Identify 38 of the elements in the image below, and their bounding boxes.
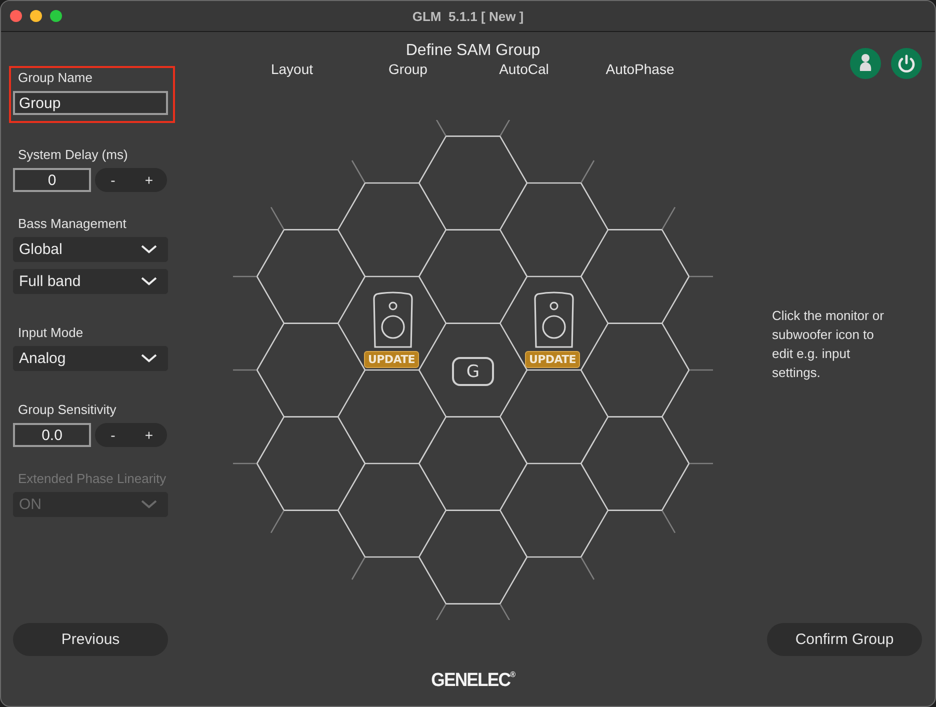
hint-text: Click the monitor or subwoofer icon to edit e.g. input settings. — [771, 307, 885, 382]
chevron-down-icon — [141, 277, 157, 286]
decrement-button[interactable]: - — [95, 423, 131, 447]
dropdown[interactable]: Full band — [13, 269, 168, 294]
field-label: Input Mode — [17, 325, 84, 341]
chevron-down-icon — [141, 500, 157, 509]
field-label: Group Name — [17, 70, 94, 86]
number-field[interactable]: 0.0 — [13, 423, 91, 447]
step-tab[interactable]: Layout — [234, 60, 350, 78]
zoom-button[interactable] — [50, 10, 62, 22]
power-icon[interactable] — [891, 48, 922, 79]
previous-button[interactable]: Previous — [13, 623, 168, 656]
close-button[interactable] — [10, 10, 22, 22]
field-label: Bass Management — [17, 216, 128, 232]
field-label: Extended Phase Linearity — [17, 471, 168, 487]
genelec-logo: GENELEC$^{®}$ — [430, 670, 516, 692]
field-label: System Delay (ms) — [17, 147, 129, 163]
field-label: Group Sensitivity — [17, 402, 118, 418]
group-icon[interactable]: G — [452, 357, 494, 386]
speaker-icon[interactable] — [533, 291, 575, 349]
user-icon[interactable] — [850, 48, 881, 79]
dropdown[interactable]: Global — [13, 237, 168, 262]
minimize-button[interactable] — [30, 10, 42, 22]
window-title: GLM 5.1.1 [ New ] — [412, 8, 524, 24]
step-tab[interactable]: Group — [350, 60, 466, 78]
dropdown[interactable]: Analog — [13, 346, 168, 371]
step-tab[interactable]: AutoCal — [466, 60, 582, 78]
decrement-button[interactable]: - — [95, 168, 131, 192]
increment-button[interactable]: + — [131, 168, 167, 192]
number-field[interactable]: 0 — [13, 168, 91, 192]
step-tab[interactable]: AutoPhase — [582, 60, 698, 78]
chevron-down-icon — [141, 354, 157, 363]
chevron-down-icon — [141, 245, 157, 254]
increment-button[interactable]: + — [131, 423, 167, 447]
group-name-field[interactable]: Group — [13, 91, 168, 115]
speaker-icon[interactable] — [372, 291, 414, 349]
confirm-group-button[interactable]: Confirm Group — [767, 623, 922, 656]
page-title: Define SAM Group — [406, 42, 540, 60]
